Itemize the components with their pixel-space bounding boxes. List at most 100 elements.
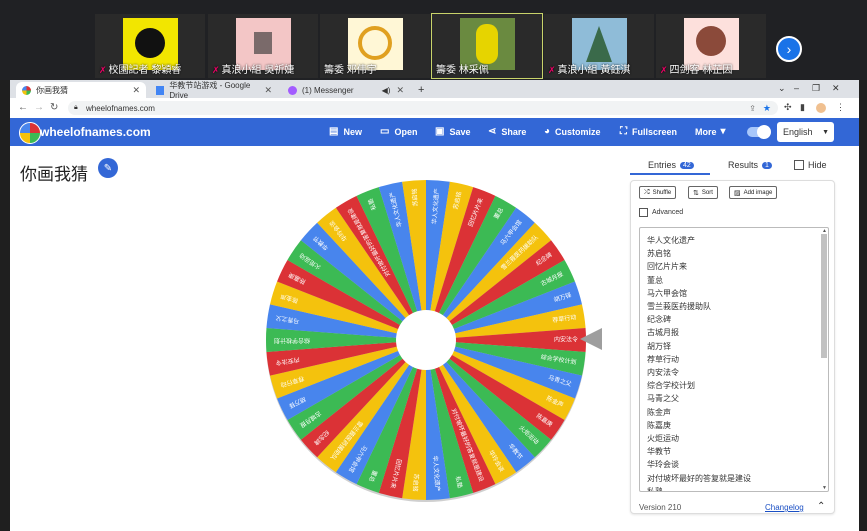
fullscreen-icon: ⛶ (620, 126, 627, 137)
more-button[interactable]: More ▾ (695, 126, 731, 137)
share-page-icon[interactable]: ⇪ (749, 104, 756, 113)
close-icon[interactable]: ✕ (132, 85, 140, 96)
participant-tile[interactable]: ✗ 真浪小組 黃鈺淇 (544, 14, 654, 78)
entries-textarea[interactable]: 华人文化遗产 苏启铭 回忆片片来 董总 马六甲会馆 雪兰莪医药援助队 纪念碑 古城月报 胡万铎荐… (639, 227, 829, 492)
dark-mode-toggle[interactable] (747, 125, 771, 139)
dropdown-icon: ▾ (720, 126, 726, 137)
wheel-slice-label: 苏启铭 (410, 188, 419, 207)
tab-messenger[interactable]: (1) Messenger ◀) ✕ (282, 82, 410, 98)
button-label: Add image (743, 189, 773, 196)
tab-search-icon[interactable]: ⌄ (778, 83, 786, 94)
back-icon[interactable]: ← (18, 102, 28, 113)
checkbox-icon (639, 208, 648, 217)
audio-icon[interactable]: ◀) (382, 86, 391, 95)
sort-button[interactable]: ⇅ Sort (688, 186, 718, 199)
button-label: Sort (701, 189, 713, 196)
participant-tile[interactable]: 籌委 邓伟宇 (320, 14, 430, 78)
entry-line: 对付坡坏最好的答复就是建设 (647, 473, 751, 483)
tab-label: Results (728, 160, 759, 170)
participant-tile[interactable]: ✗ 四剑客 林芷因 (656, 14, 766, 78)
chevron-up-icon[interactable]: ⌃ (817, 501, 825, 512)
close-icon[interactable]: ✕ (396, 85, 404, 96)
entry-line: 火炬运动 (647, 434, 679, 444)
fullscreen-button[interactable]: ⛶ Fullscreen (620, 126, 677, 137)
shuffle-button[interactable]: ⤮ Shuffle (639, 186, 677, 199)
palette-icon: ◕ (544, 126, 551, 137)
messenger-icon (288, 85, 297, 95)
shuffle-icon: ⤮ (644, 188, 650, 196)
hide-checkbox[interactable]: Hide (794, 160, 827, 170)
tab-entries[interactable]: Entries 42 (648, 160, 694, 170)
entry-line: 内安法令 (647, 368, 679, 378)
forward-icon[interactable]: → (34, 102, 44, 113)
spinning-wheel[interactable]: 华人文化遗产 苏启铭 回忆片片来 董总马六甲会馆雪兰莪医药援助队纪念碑古城月报胡万铎荐… (264, 178, 588, 502)
kebab-menu-icon[interactable]: ⋮ (836, 102, 845, 113)
lock-icon: 🔒︎ (74, 104, 78, 111)
participant-name: 四剑客 林芷因 (669, 65, 733, 76)
changelog-link[interactable]: Changelog (765, 503, 804, 512)
profile-avatar[interactable] (816, 103, 826, 113)
minimize-icon[interactable]: – (794, 83, 799, 93)
checkbox-icon (794, 160, 804, 170)
entry-line: 华玲会谈 (647, 460, 679, 470)
tab-results[interactable]: Results 1 (728, 160, 772, 170)
scroll-down-icon[interactable]: ▼ (822, 485, 827, 491)
entry-line: 综合学校计划 (647, 381, 695, 391)
wheel-logo-icon[interactable] (19, 122, 41, 144)
entry-line: 马青之父 (647, 394, 679, 404)
chevron-right-icon[interactable]: › (776, 36, 802, 62)
scrollbar-thumb[interactable] (821, 234, 827, 358)
add-image-button[interactable]: ▨ Add image (729, 186, 778, 199)
address-bar[interactable]: 🔒︎ wheelofnames.com ⇪ ★ (68, 101, 778, 115)
mic-muted-icon: ✗ (99, 65, 107, 75)
wheel-center[interactable] (396, 310, 456, 370)
version-label: Version 210 (639, 503, 682, 512)
wheel-slice-label: 苏启铭 (411, 473, 420, 492)
new-tab-button[interactable]: + (412, 82, 430, 98)
tab-title: (1) Messenger (302, 85, 354, 95)
extensions-icon[interactable]: ✣ (784, 102, 792, 113)
tab-label: Entries (648, 160, 677, 170)
entry-line: 陈嘉庚 (647, 420, 671, 430)
save-button[interactable]: ▣ Save (435, 126, 470, 137)
button-label: Shuffle (652, 189, 672, 196)
restore-icon[interactable]: ❐ (812, 83, 820, 94)
reload-icon[interactable]: ↻ (50, 102, 58, 113)
menu-label: Fullscreen (632, 126, 678, 137)
edit-title-button[interactable]: ✎ (98, 158, 118, 178)
participant-name: 籌委 林采佩 (436, 65, 489, 76)
entry-line: 雪兰莪医药援助队 (647, 302, 711, 312)
tab-strip: 你画我猜 ✕ 华教节站游戏 - Google Drive ✕ (1) Messe… (10, 80, 859, 100)
chevron-down-icon: ▼ (822, 128, 829, 136)
wheel-slice-label: 综合学校计划 (274, 337, 310, 345)
tab-drive[interactable]: 华教节站游戏 - Google Drive ✕ (150, 81, 278, 100)
meet-participant-strip: ✗ 校園記者 黎穎睿 ✗ 真浪小組 吳祈婕 籌委 邓伟宇 籌委 林采佩 ✗ 真浪小組 … (0, 0, 867, 80)
entry-line: 回忆片片来 (647, 262, 687, 272)
customize-button[interactable]: ◕ Customize (544, 126, 601, 137)
participant-tile[interactable]: ✗ 校園記者 黎穎睿 (95, 14, 205, 78)
advanced-checkbox[interactable]: Advanced (639, 208, 683, 217)
participant-tile[interactable]: ✗ 真浪小組 吳祈婕 (208, 14, 318, 78)
entry-line: 马六甲会馆 (647, 288, 687, 298)
tab-wheel[interactable]: 你画我猜 ✕ (16, 82, 146, 98)
open-button[interactable]: ▭ Open (380, 126, 417, 137)
tab-title: 你画我猜 (36, 85, 68, 95)
entry-line: 纪念碑 (647, 315, 671, 325)
bookmark-star-icon[interactable]: ★ (763, 103, 771, 114)
close-window-icon[interactable]: ✕ (832, 83, 840, 94)
participant-name: 真浪小組 黃鈺淇 (557, 65, 631, 76)
entries-panel: Entries 42 Results 1 Hide ⤮ Shuffle ⇅ Sort ▨… (630, 156, 835, 516)
language-select[interactable]: English ▼ (777, 122, 834, 142)
brand-link[interactable]: wheelofnames.com (40, 125, 151, 139)
participant-tile-active[interactable]: 籌委 林采佩 (431, 13, 543, 79)
new-button[interactable]: ▤ New (329, 126, 362, 137)
address-toolbar: ← → ↻ 🔒︎ wheelofnames.com ⇪ ★ ✣ ▮ ⋮ (10, 98, 859, 119)
participant-name: 校園記者 黎穎睿 (108, 65, 182, 76)
folder-open-icon: ▭ (380, 126, 390, 137)
close-icon[interactable]: ✕ (264, 85, 272, 96)
share-button[interactable]: ⋖ Share (488, 126, 526, 137)
mic-muted-icon: ✗ (660, 65, 668, 75)
entry-line: 华人文化遗产 (647, 236, 695, 245)
menu-label: Save (449, 126, 471, 137)
side-panel-icon[interactable]: ▮ (800, 102, 805, 113)
